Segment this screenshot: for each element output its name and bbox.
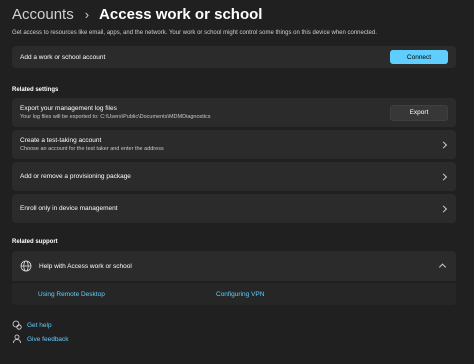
device-management-title: Enroll only in device management xyxy=(20,205,118,212)
globe-icon xyxy=(20,260,32,272)
help-expander-title: Help with Access work or school xyxy=(39,262,132,270)
test-account-subtitle: Choose an account for the test taker and… xyxy=(20,146,164,152)
breadcrumb-separator-icon: › xyxy=(84,6,90,22)
provisioning-card[interactable]: Add or remove a provisioning package xyxy=(12,162,456,191)
page-description: Get access to resources like email, apps… xyxy=(12,30,377,36)
give-feedback-link[interactable]: Give feedback xyxy=(12,333,69,345)
add-account-card: Add a work or school account Connect xyxy=(12,46,456,68)
breadcrumb: Accounts › Access work or school xyxy=(12,4,262,24)
get-help-link[interactable]: Get help xyxy=(12,319,52,331)
chevron-right-icon xyxy=(439,204,448,213)
chevron-right-icon xyxy=(439,172,448,181)
chevron-right-icon xyxy=(439,140,448,149)
breadcrumb-accounts-link[interactable]: Accounts xyxy=(12,6,74,23)
help-icon xyxy=(12,320,22,330)
add-account-label: Add a work or school account xyxy=(20,53,106,61)
provisioning-title: Add or remove a provisioning package xyxy=(20,173,131,180)
test-account-title: Create a test-taking account xyxy=(20,137,102,144)
export-logs-card: Export your management log files Your lo… xyxy=(12,98,456,127)
chevron-up-icon xyxy=(438,263,447,271)
page-title: Access work or school xyxy=(99,5,263,23)
remote-desktop-link[interactable]: Using Remote Desktop xyxy=(38,291,105,298)
device-management-card[interactable]: Enroll only in device management xyxy=(12,194,456,223)
feedback-icon xyxy=(12,334,22,344)
related-settings-heading: Related settings xyxy=(12,87,59,93)
export-logs-title: Export your management log files xyxy=(20,105,117,112)
give-feedback-label: Give feedback xyxy=(27,335,69,343)
related-support-heading: Related support xyxy=(12,239,58,245)
export-button[interactable]: Export xyxy=(390,104,448,121)
configuring-vpn-link[interactable]: Configuring VPN xyxy=(216,291,264,298)
test-account-card[interactable]: Create a test-taking account Choose an a… xyxy=(12,130,456,159)
get-help-label: Get help xyxy=(27,321,52,329)
help-expander-header[interactable]: Help with Access work or school xyxy=(12,251,456,281)
help-expander-body: Using Remote Desktop Configuring VPN xyxy=(12,282,456,305)
export-logs-subtitle: Your log files will be exported to: C:\U… xyxy=(20,114,211,120)
connect-button[interactable]: Connect xyxy=(390,50,448,64)
